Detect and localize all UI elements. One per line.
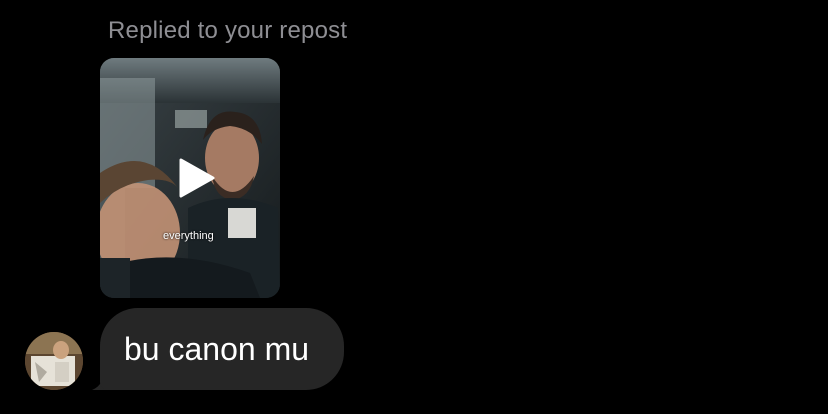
reply-context-label: Replied to your repost bbox=[108, 17, 348, 44]
avatar-image bbox=[25, 332, 83, 390]
play-icon[interactable] bbox=[175, 158, 215, 198]
avatar[interactable] bbox=[25, 332, 83, 390]
video-caption: everything bbox=[163, 230, 214, 242]
message-text: bu canon mu bbox=[124, 331, 310, 367]
message-bubble[interactable]: bu canon mu bbox=[100, 308, 344, 390]
repost-video-preview[interactable]: everything bbox=[100, 58, 280, 298]
dm-thread: Replied to your repost everything bu can… bbox=[0, 0, 828, 414]
